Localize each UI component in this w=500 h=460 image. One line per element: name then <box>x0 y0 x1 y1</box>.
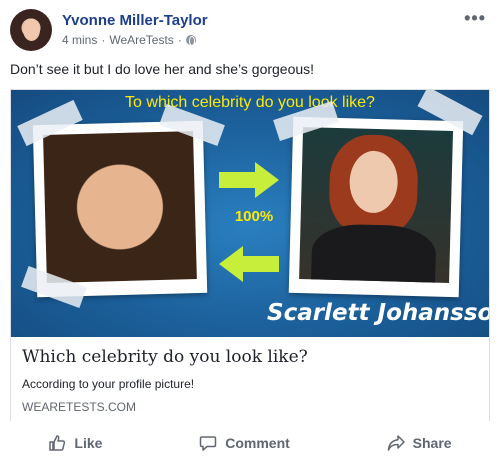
meta-separator-2: · <box>177 33 182 47</box>
celebrity-photo <box>299 127 454 283</box>
post-time[interactable]: 4 mins <box>62 33 97 47</box>
app-name[interactable]: WeAreTests <box>109 33 173 47</box>
celebrity-photo-frame <box>288 116 464 298</box>
share-icon <box>387 435 405 451</box>
like-label: Like <box>74 435 103 451</box>
link-title[interactable]: Which celebrity do you look like? <box>22 347 308 367</box>
share-label: Share <box>412 435 452 451</box>
arrow-right-icon <box>219 162 279 198</box>
thumbs-up-icon <box>49 435 66 451</box>
match-percent: 100% <box>234 208 274 225</box>
author-name[interactable]: Yvonne Miller-Taylor <box>62 12 208 29</box>
profile-avatar[interactable] <box>10 9 52 51</box>
post-meta: 4 mins · WeAreTests · <box>62 33 196 47</box>
like-button[interactable]: Like <box>48 434 102 452</box>
meta-separator: · <box>101 33 106 47</box>
comment-label: Comment <box>225 435 290 451</box>
arrow-left-icon <box>219 246 279 282</box>
preview-title: To which celebrity do you look like? <box>125 94 375 111</box>
post-actions: Like Comment Share <box>0 428 500 458</box>
link-description: According to your profile picture! <box>22 377 195 391</box>
celebrity-name: Scarlett Johansson <box>267 300 489 326</box>
user-photo-frame <box>32 120 208 298</box>
comment-icon <box>200 436 217 451</box>
link-preview-card[interactable]: To which celebrity do you look like? 100… <box>10 89 490 421</box>
more-options-icon[interactable]: ••• <box>464 8 486 29</box>
preview-image[interactable]: To which celebrity do you look like? 100… <box>11 90 489 337</box>
globe-icon[interactable] <box>185 35 196 46</box>
user-face-photo <box>43 131 197 283</box>
link-info[interactable]: Which celebrity do you look like? Accord… <box>11 337 489 421</box>
link-domain: WEARETESTS.COM <box>22 400 137 414</box>
share-button[interactable]: Share <box>387 434 452 452</box>
comment-button[interactable]: Comment <box>199 434 290 452</box>
post-text: Don’t see it but I do love her and she’s… <box>10 61 315 77</box>
